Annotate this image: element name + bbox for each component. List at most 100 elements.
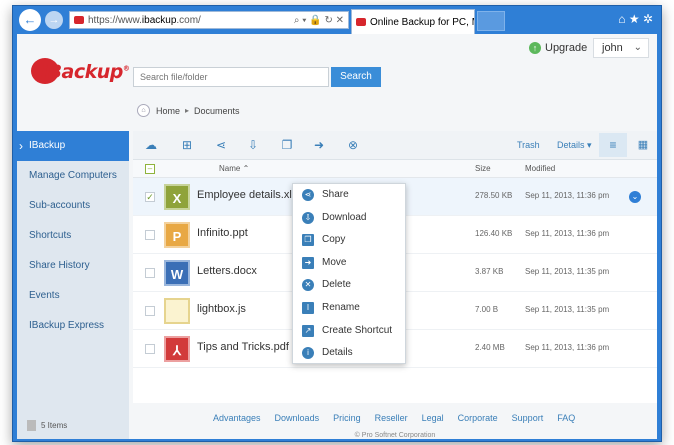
footer-link-faq[interactable]: FAQ bbox=[557, 413, 575, 423]
sidebar-item-share-history[interactable]: Share History bbox=[17, 251, 129, 281]
browser-tab[interactable]: Online Backup for PC, Mac ... × bbox=[351, 9, 475, 34]
select-all-checkbox[interactable]: – bbox=[145, 164, 155, 174]
menu-item-label: Create Shortcut bbox=[322, 324, 393, 336]
toolbar: ☁ ⊞ ⋖ ⇩ ❐ ➜ ⊗ Trash Details ▾ ≡ ▦ bbox=[133, 131, 657, 160]
user-name: john bbox=[602, 42, 623, 54]
menu-item-label: Copy bbox=[322, 234, 346, 246]
menu-item-label: Download bbox=[322, 211, 367, 223]
download-icon: ⇩ bbox=[302, 211, 314, 224]
row-checkbox[interactable]: ✓ bbox=[145, 192, 155, 202]
breadcrumb-current: Documents bbox=[194, 105, 240, 116]
menu-item-details[interactable]: i Details bbox=[293, 342, 405, 365]
footer-link-pricing[interactable]: Pricing bbox=[333, 413, 361, 423]
file-size: 2.40 MB bbox=[475, 343, 505, 352]
item-count-label: 5 Items bbox=[41, 421, 68, 430]
menu-item-label: Delete bbox=[322, 279, 351, 291]
column-modified[interactable]: Modified bbox=[525, 164, 555, 173]
grid-view-icon[interactable]: ▦ bbox=[633, 133, 653, 157]
upgrade-link[interactable]: ↑ Upgrade bbox=[529, 42, 587, 54]
sidebar-item-sub-accounts[interactable]: Sub-accounts bbox=[17, 191, 129, 221]
row-checkbox[interactable] bbox=[145, 268, 155, 278]
share-icon[interactable]: ⋖ bbox=[213, 138, 229, 152]
upload-icon[interactable]: ☁ bbox=[143, 138, 159, 152]
sidebar-item-manage-computers[interactable]: Manage Computers bbox=[17, 161, 129, 191]
sidebar-item-ibackup-express[interactable]: IBackup Express bbox=[17, 311, 129, 341]
home-icon[interactable]: ⌂ bbox=[137, 104, 150, 117]
file-name[interactable]: Tips and Tricks.pdf bbox=[197, 341, 289, 353]
column-header: – Name ⌃ Size Modified bbox=[133, 160, 657, 178]
sidebar-item-events[interactable]: Events bbox=[17, 281, 129, 311]
download-icon[interactable]: ⇩ bbox=[245, 138, 261, 152]
row-checkbox[interactable] bbox=[145, 306, 155, 316]
file-name[interactable]: Letters.docx bbox=[197, 265, 257, 277]
address-tools[interactable]: ⌕ ▾ 🔒 ↻ ✕ bbox=[294, 15, 348, 26]
file-name[interactable]: Employee details.xls bbox=[197, 189, 297, 201]
doc-icon: W bbox=[164, 260, 190, 286]
new-folder-icon[interactable]: ⊞ bbox=[179, 138, 195, 152]
back-button[interactable]: ← bbox=[19, 9, 41, 31]
user-menu[interactable]: john ⌄ bbox=[593, 38, 649, 58]
footer-link-reseller[interactable]: Reseller bbox=[375, 413, 408, 423]
row-checkbox[interactable] bbox=[145, 230, 155, 240]
breadcrumb-separator-icon: ▸ bbox=[185, 106, 190, 115]
file-size: 7.00 B bbox=[475, 305, 499, 314]
menu-item-share[interactable]: ⋖ Share bbox=[293, 184, 405, 207]
trash-link[interactable]: Trash bbox=[517, 140, 540, 150]
menu-item-rename[interactable]: I Rename bbox=[293, 297, 405, 320]
delete-icon[interactable]: ⊗ bbox=[345, 138, 361, 152]
menu-item-label: Move bbox=[322, 256, 347, 268]
address-bar[interactable]: https://www. ibackup .com/ ⌕ ▾ 🔒 ↻ ✕ bbox=[69, 11, 349, 29]
sidebar-item-shortcuts[interactable]: Shortcuts bbox=[17, 221, 129, 251]
browser-tools[interactable]: ⌂ ★ ✲ bbox=[618, 12, 653, 26]
search-button[interactable]: Search bbox=[331, 67, 381, 87]
file-modified: Sep 11, 2013, 11:36 pm bbox=[525, 343, 610, 352]
site-favicon-icon bbox=[74, 16, 84, 24]
sidebar-item-ibackup[interactable]: IBackup bbox=[17, 131, 129, 161]
search-input[interactable] bbox=[133, 67, 329, 87]
js-icon bbox=[164, 298, 190, 324]
file-name[interactable]: Infinito.ppt bbox=[197, 227, 248, 239]
xls-icon: X bbox=[164, 184, 190, 210]
url-prefix: https://www. bbox=[88, 14, 142, 26]
menu-item-create-shortcut[interactable]: ↗ Create Shortcut bbox=[293, 320, 405, 343]
footer-link-corporate[interactable]: Corporate bbox=[458, 413, 498, 423]
ibackup-logo[interactable]: IBackup® bbox=[31, 56, 130, 86]
details-dropdown[interactable]: Details ▾ bbox=[557, 140, 592, 151]
breadcrumb-home[interactable]: Home bbox=[156, 106, 180, 116]
menu-item-delete[interactable]: ✕ Delete bbox=[293, 274, 405, 297]
menu-item-label: Share bbox=[322, 189, 349, 200]
file-count-icon bbox=[27, 420, 36, 431]
row-checkbox[interactable] bbox=[145, 344, 155, 354]
forward-button[interactable]: → bbox=[45, 11, 63, 29]
menu-item-copy[interactable]: ❐ Copy bbox=[293, 229, 405, 252]
menu-item-move[interactable]: ➜ Move bbox=[293, 252, 405, 275]
footer-link-advantages[interactable]: Advantages bbox=[213, 413, 261, 423]
file-modified: Sep 11, 2013, 11:36 pm bbox=[525, 229, 610, 238]
list-view-icon[interactable]: ≡ bbox=[599, 133, 627, 157]
row-menu-chevron-icon[interactable]: ⌄ bbox=[629, 191, 641, 203]
file-modified: Sep 11, 2013, 11:35 pm bbox=[525, 305, 610, 314]
url-suffix: .com/ bbox=[176, 14, 201, 26]
file-modified: Sep 11, 2013, 11:35 pm bbox=[525, 267, 610, 276]
delete-icon: ✕ bbox=[302, 279, 314, 292]
file-modified: Sep 11, 2013, 11:36 pm bbox=[525, 191, 610, 200]
file-name[interactable]: lightbox.js bbox=[197, 303, 246, 315]
footer-link-support[interactable]: Support bbox=[512, 413, 544, 423]
footer-link-downloads[interactable]: Downloads bbox=[275, 413, 320, 423]
shortcut-icon: ↗ bbox=[302, 324, 314, 337]
file-size: 3.87 KB bbox=[475, 267, 504, 276]
chevron-down-icon: ⌄ bbox=[633, 42, 642, 53]
column-name[interactable]: Name ⌃ bbox=[219, 164, 249, 173]
info-icon: i bbox=[302, 347, 314, 360]
move-icon[interactable]: ➜ bbox=[311, 138, 327, 152]
footer-link-legal[interactable]: Legal bbox=[422, 413, 444, 423]
move-icon: ➜ bbox=[302, 256, 314, 269]
rename-icon: I bbox=[302, 301, 314, 314]
column-size[interactable]: Size bbox=[475, 164, 491, 173]
new-tab-button[interactable] bbox=[477, 11, 505, 31]
menu-item-download[interactable]: ⇩ Download bbox=[293, 207, 405, 230]
logo-text: IBackup® bbox=[41, 61, 130, 83]
copy-icon[interactable]: ❐ bbox=[279, 138, 295, 152]
copyright: © Pro Softnet Corporation bbox=[354, 432, 436, 439]
upgrade-arrow-icon: ↑ bbox=[529, 42, 541, 54]
